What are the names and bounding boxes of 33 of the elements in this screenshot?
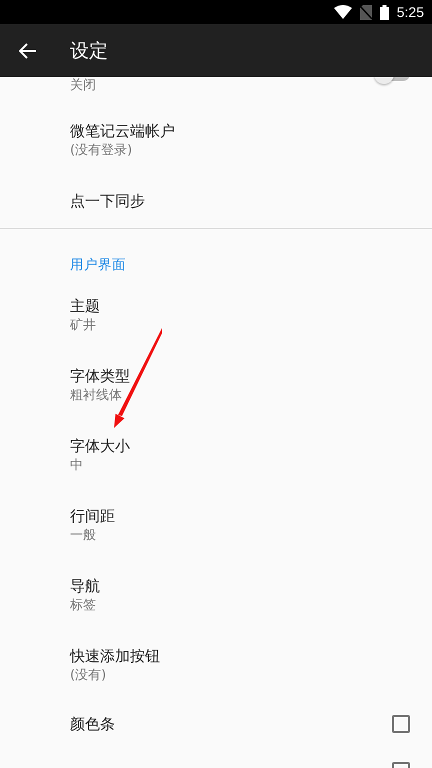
settings-item[interactable]: 微笔记云端帐户 (没有登录) — [0, 105, 432, 175]
item-summary: 一般 — [70, 528, 97, 544]
settings-item[interactable]: 导航 标签 — [0, 560, 432, 630]
item-title: 主题 — [70, 296, 101, 316]
item-title: 颜色条 — [70, 714, 116, 734]
settings-item[interactable]: 快速添加按钮 (没有) — [0, 630, 432, 700]
settings-item[interactable]: 字体类型 粗衬线体 — [0, 350, 432, 420]
item-summary: 标签 — [70, 598, 97, 614]
category-header: 用户界面 — [69, 256, 127, 275]
item-summary: 粗衬线体 — [70, 388, 123, 404]
no-sim-icon — [360, 4, 372, 20]
settings-item[interactable]: 点一下同步 — [0, 175, 432, 228]
wifi-icon — [334, 5, 352, 19]
item-title: 行间距 — [70, 506, 116, 526]
item-summary: 关闭 — [70, 78, 97, 94]
item-title: 字体类型 — [70, 366, 131, 386]
settings-item[interactable]: 行间距 一般 — [0, 490, 432, 560]
item-summary: (没有) — [70, 668, 108, 684]
settings-item[interactable]: 主题 矿井 — [0, 280, 432, 350]
settings-item[interactable]: 颜色条 — [0, 700, 432, 748]
battery-icon — [380, 4, 389, 20]
item-title: 导航 — [70, 576, 101, 596]
toolbar-title: 设定 — [70, 38, 108, 64]
clock: 5:25 — [396, 4, 424, 20]
item-summary: 矿井 — [70, 318, 97, 334]
item-title: 微笔记云端帐户 — [70, 122, 176, 141]
item-summary: (没有登录) — [70, 144, 134, 158]
item-summary: 中 — [70, 458, 84, 474]
settings-item[interactable]: 字体大小 中 — [0, 420, 432, 490]
item-title: 快速添加按钮 — [70, 646, 161, 666]
checkbox[interactable] — [392, 715, 410, 733]
item-title: 点一下同步 — [70, 192, 146, 211]
item-title: 字体大小 — [70, 436, 131, 456]
